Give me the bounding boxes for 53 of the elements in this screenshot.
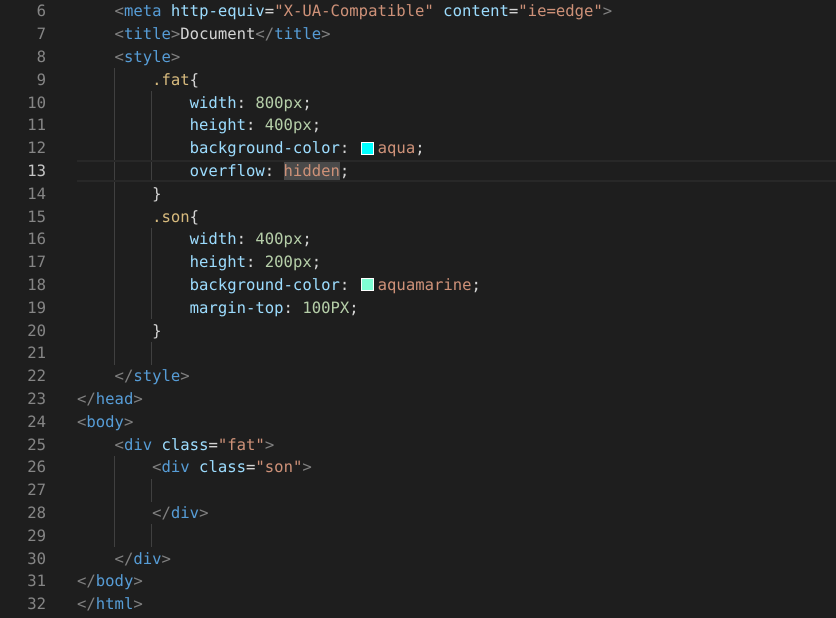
code-line: </style>: [114, 367, 190, 386]
line-number: 27: [26, 481, 46, 500]
code-line: </head>: [77, 390, 143, 408]
line-number: 24: [26, 412, 46, 431]
line-number: 17: [26, 253, 46, 272]
code-line: }: [151, 184, 162, 203]
line-number: 25: [26, 436, 46, 454]
line-number: 31: [26, 572, 46, 590]
code-text: background-color:: [188, 139, 350, 158]
line-number: 16: [26, 230, 46, 248]
code-line: </div>: [114, 550, 171, 568]
line-number: 10: [26, 94, 46, 112]
code-line: <body>: [77, 412, 134, 431]
code-line: </html>: [77, 595, 143, 614]
line-number: 20: [26, 322, 46, 340]
line-number: 15: [26, 208, 46, 226]
line-number: 23: [26, 390, 46, 408]
line-number: 14: [26, 184, 46, 203]
code-line: <div class="son">: [151, 458, 312, 476]
line-number: 21: [26, 344, 46, 362]
code-text: aqua;: [378, 139, 425, 158]
line-number: 30: [26, 550, 46, 568]
code-line: overflow: hidden;: [188, 162, 350, 180]
line-number: 9: [36, 70, 46, 89]
code-line: height: 200px;: [188, 253, 322, 272]
line-number: 12: [26, 139, 46, 158]
line-number: 22: [26, 367, 46, 386]
code-line: .fat{: [151, 70, 200, 89]
line-number: 26: [26, 458, 46, 476]
code-line: width: 800px;: [188, 94, 312, 112]
code-line: <style>: [114, 48, 180, 66]
code-line: <title>Document</title>: [114, 25, 331, 44]
code-line: height: 400px;: [188, 116, 322, 134]
code-line: .son{: [151, 208, 200, 226]
line-number: 28: [26, 504, 46, 522]
code-line: margin-top: 100PX;: [188, 298, 359, 317]
code-line: <div class="fat">: [114, 436, 274, 454]
line-number: 11: [26, 116, 46, 134]
line-number: 18: [26, 276, 46, 294]
line-number: 8: [36, 48, 46, 66]
code-line: </div>: [151, 504, 208, 522]
line-number: 29: [26, 526, 46, 545]
code-line: width: 400px;: [188, 230, 312, 248]
code-text: aquamarine;: [378, 276, 481, 294]
line-number: 19: [26, 298, 46, 317]
line-number: 7: [36, 25, 46, 44]
line-number: 13: [26, 162, 46, 180]
line-number: 32: [26, 595, 46, 614]
line-number: 6: [36, 2, 46, 20]
code-line: <meta http-equiv="X-UA-Compatible" content="ie=edge">: [114, 2, 612, 20]
code-line: </body>: [77, 572, 143, 590]
code-line: }: [151, 322, 162, 340]
code-text: background-color:: [188, 276, 350, 294]
